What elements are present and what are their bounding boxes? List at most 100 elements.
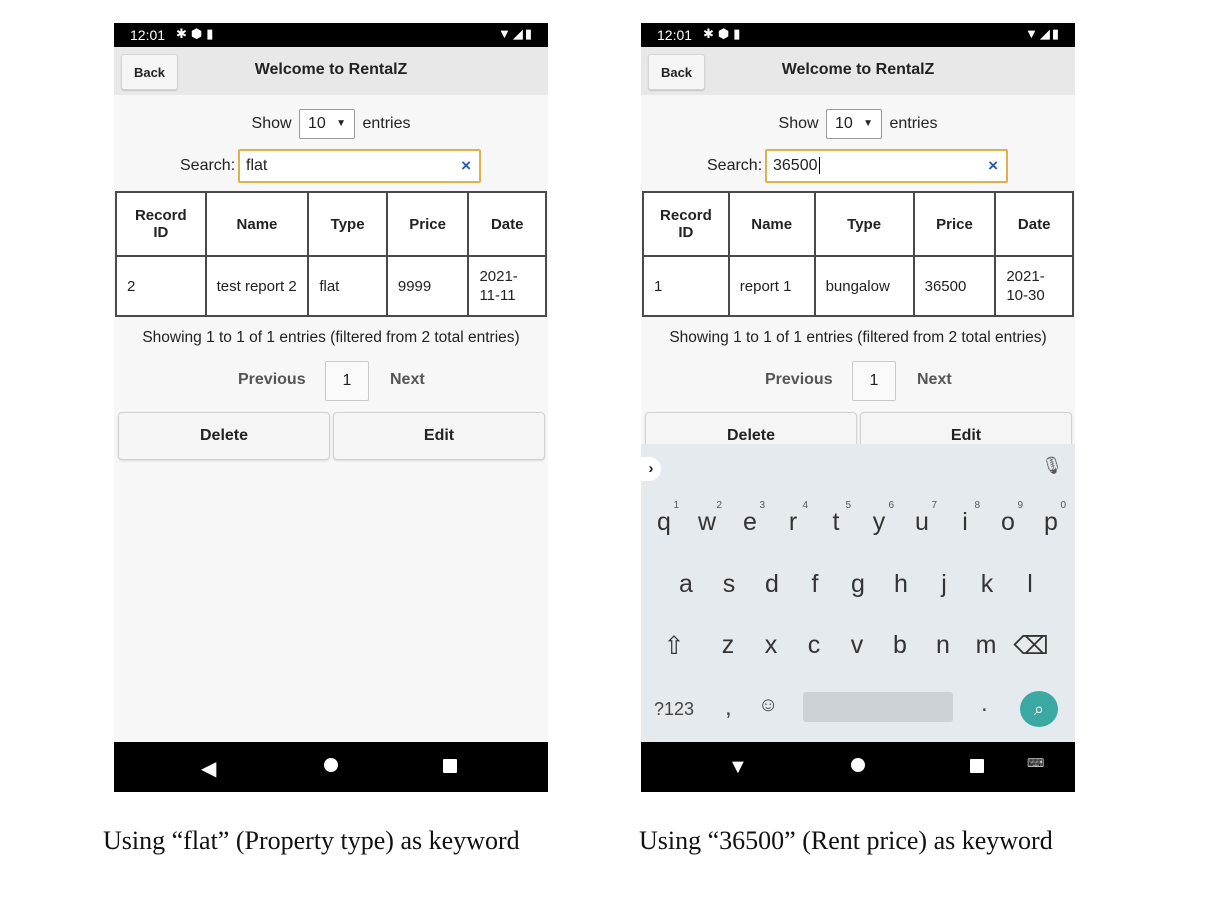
phone-screen-left: 12:01 ✱⬢▮ ▼◢▮ Back Welcome to RentalZ Sh…	[114, 23, 548, 792]
search-input-value: 36500	[773, 157, 818, 174]
battery-icon: ▮	[524, 26, 534, 41]
key-t[interactable]: t5	[815, 500, 857, 537]
key-hint: 6	[888, 500, 894, 511]
clear-search-icon[interactable]: ×	[461, 151, 471, 181]
key-hint: 3	[759, 500, 765, 511]
status-notification-icons: ✱⬢▮	[176, 26, 217, 42]
table-row[interactable]: 2 test report 2 flat 9999 2021-11-11	[115, 255, 547, 317]
key-p[interactable]: p0	[1030, 500, 1072, 537]
next-page-button[interactable]: Next	[390, 371, 425, 389]
key-hint: 7	[931, 500, 937, 511]
key-y[interactable]: y6	[858, 500, 900, 537]
key-n[interactable]: n	[922, 631, 964, 660]
column-header[interactable]: Name	[204, 191, 310, 257]
column-header[interactable]: Price	[385, 191, 470, 257]
key-i[interactable]: i8	[944, 500, 986, 537]
space-key[interactable]	[803, 692, 953, 722]
column-header[interactable]: Record ID	[115, 191, 207, 257]
key-v[interactable]: v	[836, 631, 878, 660]
column-header[interactable]: Name	[727, 191, 816, 257]
keyboard-switch-icon[interactable]: ⌨	[1027, 756, 1044, 770]
previous-page-button[interactable]: Previous	[765, 371, 833, 389]
app-header: Back Welcome to RentalZ	[114, 47, 548, 95]
table-cell: 2021-11-11	[467, 255, 547, 317]
key-k[interactable]: k	[966, 570, 1008, 599]
column-header[interactable]: Type	[307, 191, 388, 257]
key-hint: 2	[716, 500, 722, 511]
key-s[interactable]: s	[708, 570, 750, 599]
search-icon[interactable]: ⌕	[1020, 691, 1058, 727]
table-cell: 36500	[912, 255, 997, 317]
key-label: i	[962, 508, 968, 536]
previous-page-button[interactable]: Previous	[238, 371, 306, 389]
nav-recents-icon[interactable]	[443, 759, 457, 773]
period-key[interactable]: .	[981, 690, 988, 718]
nav-home-icon[interactable]	[851, 758, 865, 772]
key-q[interactable]: q1	[643, 500, 685, 537]
nav-back-icon[interactable]: ◀	[201, 756, 216, 781]
key-d[interactable]: d	[751, 570, 793, 599]
column-header[interactable]: Type	[813, 191, 915, 257]
key-b[interactable]: b	[879, 631, 921, 660]
comma-key[interactable]: ,	[725, 694, 732, 722]
column-header[interactable]: Record ID	[642, 191, 730, 257]
key-w[interactable]: w2	[686, 500, 728, 537]
key-label: w	[697, 508, 717, 536]
emoji-icon[interactable]: ☺	[758, 694, 778, 717]
nav-hide-keyboard-icon[interactable]: ▼	[728, 756, 748, 779]
key-hint: 5	[845, 500, 851, 511]
key-o[interactable]: o9	[987, 500, 1029, 537]
table-cell: 2	[115, 255, 207, 317]
table-row[interactable]: 1 report 1 bungalow 36500 2021-10-30	[642, 255, 1074, 317]
key-m[interactable]: m	[965, 631, 1007, 660]
text-cursor	[818, 157, 820, 174]
navigation-bar: ▼ ⌨	[641, 742, 1075, 792]
entries-select[interactable]: 10 ▼	[299, 109, 355, 139]
settings-icon: ✱	[176, 26, 191, 41]
key-f[interactable]: f	[794, 570, 836, 599]
table-cell: 1	[642, 255, 730, 317]
key-h[interactable]: h	[880, 570, 922, 599]
search-input-value: flat	[246, 157, 268, 174]
search-input[interactable]: flat ×	[238, 149, 481, 183]
entries-select-value: 10	[835, 115, 853, 132]
key-r[interactable]: r4	[772, 500, 814, 537]
column-header[interactable]: Price	[912, 191, 997, 257]
shift-icon[interactable]: ⇧	[653, 631, 695, 661]
backspace-icon[interactable]: ⌫	[1010, 631, 1052, 661]
entries-select[interactable]: 10 ▼	[826, 109, 882, 139]
key-u[interactable]: u7	[901, 500, 943, 537]
clear-search-icon[interactable]: ×	[988, 151, 998, 181]
key-hint: 9	[1017, 500, 1023, 511]
edit-button[interactable]: Edit	[333, 412, 545, 460]
key-x[interactable]: x	[750, 631, 792, 660]
key-c[interactable]: c	[793, 631, 835, 660]
search-input[interactable]: 36500 ×	[765, 149, 1008, 183]
table-cell: 2021-10-30	[994, 255, 1074, 317]
key-j[interactable]: j	[923, 570, 965, 599]
key-l[interactable]: l	[1009, 570, 1051, 599]
nav-recents-icon[interactable]	[970, 759, 984, 773]
key-a[interactable]: a	[665, 570, 707, 599]
entries-length-control: Show 10 ▼ entries	[114, 109, 548, 139]
key-g[interactable]: g	[837, 570, 879, 599]
status-time: 12:01	[130, 27, 166, 43]
key-label: t	[832, 508, 840, 536]
column-header[interactable]: Date	[467, 191, 547, 257]
key-z[interactable]: z	[707, 631, 749, 660]
mic-icon[interactable]: 🎙	[1041, 456, 1063, 476]
page-1-button[interactable]: 1	[325, 361, 369, 401]
signal-icon: ◢	[512, 26, 525, 41]
key-e[interactable]: e3	[729, 500, 771, 537]
symbols-key[interactable]: ?123	[654, 699, 694, 720]
column-header[interactable]: Date	[994, 191, 1074, 257]
dropdown-caret-icon: ▼	[863, 118, 873, 129]
app-header: Back Welcome to RentalZ	[641, 47, 1075, 95]
delete-button[interactable]: Delete	[118, 412, 330, 460]
next-page-button[interactable]: Next	[917, 371, 952, 389]
entries-select-value: 10	[308, 115, 326, 132]
key-label: u	[915, 508, 929, 536]
nav-home-icon[interactable]	[324, 758, 338, 772]
page-1-button[interactable]: 1	[852, 361, 896, 401]
chevron-right-icon[interactable]: ›	[641, 457, 661, 481]
